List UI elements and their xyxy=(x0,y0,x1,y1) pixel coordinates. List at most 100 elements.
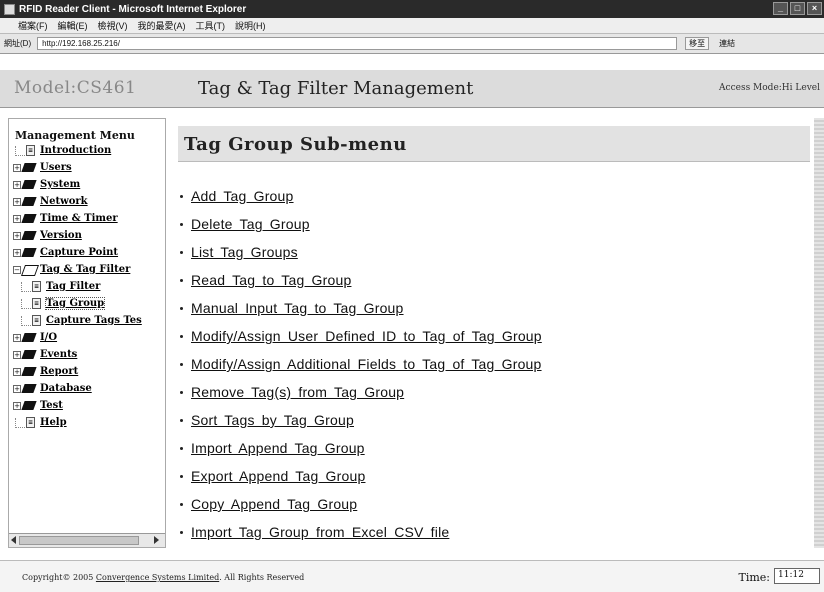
sidebar-item-tag-tag-filter[interactable]: − Tag & Tag Filter xyxy=(9,261,165,278)
vertical-scrollbar[interactable] xyxy=(814,118,824,548)
sub-menu-link[interactable]: Copy Append Tag Group xyxy=(191,496,357,512)
sidebar-item-events[interactable]: + Events xyxy=(9,346,165,363)
bullet-icon xyxy=(180,306,183,310)
bullet-icon xyxy=(180,250,183,254)
sidebar-item-label[interactable]: Tag & Tag Filter xyxy=(40,264,130,275)
menu-favorites[interactable]: 我的最愛(A) xyxy=(138,19,186,32)
sub-menu-link[interactable]: Import Tag Group from Excel CSV file xyxy=(191,524,449,540)
sub-menu-link[interactable]: Modify/Assign User Defined ID to Tag of … xyxy=(191,328,542,344)
sidebar-item-time-timer[interactable]: + Time & Timer xyxy=(9,210,165,227)
scroll-right-icon[interactable] xyxy=(154,536,159,544)
sub-menu-link[interactable]: List Tag Groups xyxy=(191,244,298,260)
sidebar-item-label[interactable]: Database xyxy=(40,383,92,394)
sub-menu-link[interactable]: Delete Tag Group xyxy=(191,216,310,232)
menu-title: Management Menu xyxy=(15,129,135,142)
menu-tools[interactable]: 工具(T) xyxy=(196,19,226,32)
book-icon xyxy=(23,231,35,240)
sidebar-item-introduction[interactable]: ≡ Introduction xyxy=(9,142,165,159)
sidebar-item-tag-group[interactable]: ≡ Tag Group xyxy=(9,295,165,312)
sidebar-item-network[interactable]: + Network xyxy=(9,193,165,210)
menu-edit[interactable]: 編輯(E) xyxy=(58,19,88,32)
sidebar-item-label[interactable]: Events xyxy=(40,349,77,360)
sidebar-item-i-o[interactable]: + I/O xyxy=(9,329,165,346)
expand-icon[interactable]: + xyxy=(13,367,21,376)
management-menu-sidebar: Management Menu ≡ Introduction + Users + Syst… xyxy=(8,118,166,548)
sub-menu-link[interactable]: Remove Tag(s) from Tag Group xyxy=(191,384,404,400)
expand-icon[interactable]: + xyxy=(13,333,21,342)
sub-menu-item: Modify/Assign Additional Fields to Tag o… xyxy=(180,350,542,378)
tree-branch-line xyxy=(21,298,31,309)
expand-icon[interactable]: + xyxy=(13,350,21,359)
address-input[interactable]: http://192.168.25.216/ xyxy=(37,37,678,50)
sidebar-item-version[interactable]: + Version xyxy=(9,227,165,244)
sidebar-item-help[interactable]: ≡ Help xyxy=(9,414,165,431)
time-field[interactable]: 11:12 xyxy=(774,568,820,584)
sub-menu-link[interactable]: Manual Input Tag to Tag Group xyxy=(191,300,404,316)
links-label[interactable]: 連結 xyxy=(719,38,735,49)
sidebar-item-test[interactable]: + Test xyxy=(9,397,165,414)
company-link[interactable]: Convergence Systems Limited xyxy=(96,573,219,582)
sidebar-item-capture-point[interactable]: + Capture Point xyxy=(9,244,165,261)
time-label: Time: xyxy=(738,571,770,584)
horizontal-scrollbar[interactable] xyxy=(9,533,165,547)
sidebar-item-label[interactable]: Tag Group xyxy=(44,297,106,310)
sub-menu-link[interactable]: Export Append Tag Group xyxy=(191,468,365,484)
sub-menu-link[interactable]: Read Tag to Tag Group xyxy=(191,272,351,288)
sidebar-item-users[interactable]: + Users xyxy=(9,159,165,176)
menu-view[interactable]: 檢視(V) xyxy=(98,19,128,32)
maximize-button[interactable]: □ xyxy=(790,2,805,15)
sub-menu-header: Tag Group Sub-menu xyxy=(178,126,810,162)
tree-branch-line xyxy=(15,417,25,428)
sidebar-item-system[interactable]: + System xyxy=(9,176,165,193)
scroll-left-icon[interactable] xyxy=(11,536,16,544)
sidebar-item-label[interactable]: Network xyxy=(40,196,88,207)
page-footer: Copyright© 2005 Convergence Systems Limi… xyxy=(0,560,824,592)
sidebar-item-label[interactable]: Introduction xyxy=(40,145,111,156)
bullet-icon xyxy=(180,278,183,282)
expand-icon[interactable]: + xyxy=(13,248,21,257)
sidebar-item-label[interactable]: Tag Filter xyxy=(46,281,100,292)
sub-menu-link[interactable]: Modify/Assign Additional Fields to Tag o… xyxy=(191,356,542,372)
bullet-icon xyxy=(180,222,183,226)
menu-help[interactable]: 說明(H) xyxy=(235,19,266,32)
close-button[interactable]: × xyxy=(807,2,822,15)
expand-icon[interactable]: + xyxy=(13,401,21,410)
book-icon xyxy=(23,367,35,376)
sidebar-item-capture-tags-tes[interactable]: ≡ Capture Tags Tes xyxy=(9,312,165,329)
sub-menu-link[interactable]: Import Append Tag Group xyxy=(191,440,365,456)
expand-icon[interactable]: + xyxy=(13,197,21,206)
sidebar-item-report[interactable]: + Report xyxy=(9,363,165,380)
go-button[interactable]: 移至 xyxy=(685,37,710,50)
menu-tree: ≡ Introduction + Users + System + Network + Time … xyxy=(9,142,165,431)
page-header: Model:CS461 Tag & Tag Filter Management … xyxy=(0,70,824,108)
sidebar-item-label[interactable]: Users xyxy=(40,162,72,173)
scroll-thumb[interactable] xyxy=(19,536,139,545)
sidebar-item-label[interactable]: System xyxy=(40,179,80,190)
sidebar-item-label[interactable]: Version xyxy=(40,230,82,241)
sidebar-item-label[interactable]: Report xyxy=(40,366,78,377)
menu-file[interactable]: 檔案(F) xyxy=(18,19,48,32)
sidebar-item-tag-filter[interactable]: ≡ Tag Filter xyxy=(9,278,165,295)
copyright-text: Copyright© 2005 Convergence Systems Limi… xyxy=(22,573,304,582)
bullet-icon xyxy=(180,362,183,366)
sub-menu-link[interactable]: Sort Tags by Tag Group xyxy=(191,412,354,428)
sidebar-item-label[interactable]: Help xyxy=(40,417,67,428)
bullet-icon xyxy=(180,530,183,534)
expand-icon[interactable]: + xyxy=(13,180,21,189)
sidebar-item-label[interactable]: Time & Timer xyxy=(40,213,118,224)
browser-menubar: 檔案(F) 編輯(E) 檢視(V) 我的最愛(A) 工具(T) 說明(H) xyxy=(0,18,824,34)
sub-menu-link[interactable]: Add Tag Group xyxy=(191,188,294,204)
sidebar-item-label[interactable]: Test xyxy=(40,400,63,411)
expand-icon[interactable]: + xyxy=(13,231,21,240)
expand-icon[interactable]: + xyxy=(13,163,21,172)
sidebar-item-label[interactable]: I/O xyxy=(40,332,57,343)
expand-icon[interactable]: + xyxy=(13,214,21,223)
collapse-icon[interactable]: − xyxy=(13,265,21,274)
bullet-icon xyxy=(180,194,183,198)
sidebar-item-label[interactable]: Capture Tags Tes xyxy=(46,315,142,326)
sidebar-item-database[interactable]: + Database xyxy=(9,380,165,397)
document-icon: ≡ xyxy=(32,315,41,326)
minimize-button[interactable]: _ xyxy=(773,2,788,15)
sidebar-item-label[interactable]: Capture Point xyxy=(40,247,118,258)
expand-icon[interactable]: + xyxy=(13,384,21,393)
